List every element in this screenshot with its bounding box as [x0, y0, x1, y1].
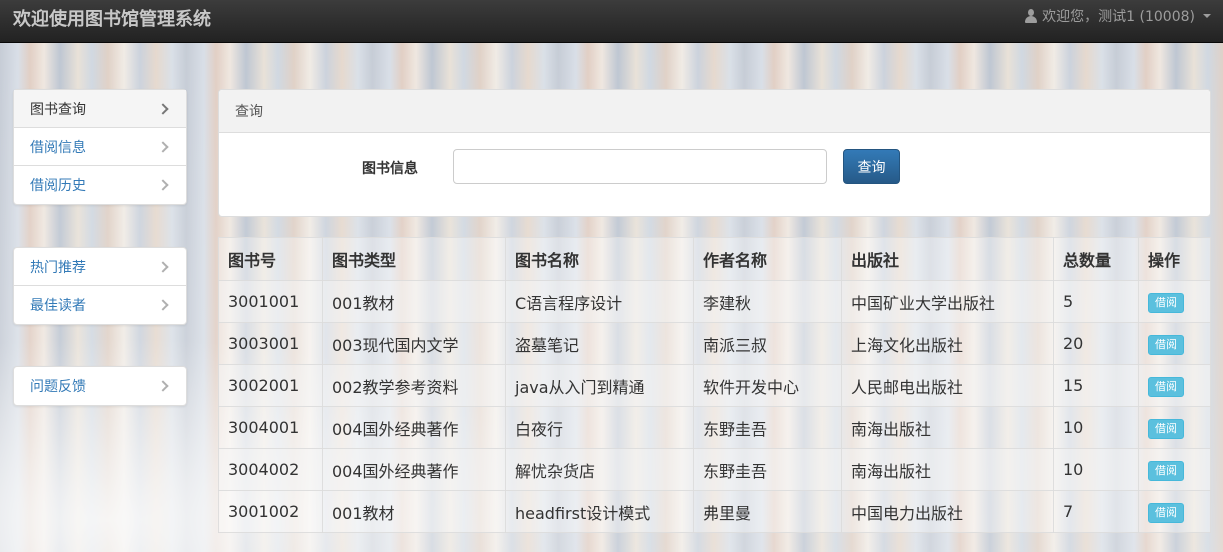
table-cell: 001教材	[322, 490, 506, 533]
borrow-button[interactable]: 借阅	[1148, 376, 1184, 397]
table-cell: 002教学参考资料	[322, 364, 506, 407]
table-cell: 15	[1053, 364, 1139, 407]
column-header: 出版社	[841, 237, 1054, 281]
sidebar-item-label: 问题反馈	[30, 379, 86, 395]
table-cell: 盗墓笔记	[505, 322, 694, 365]
table-cell: 东野圭吾	[693, 406, 842, 449]
table-cell: 南派三叔	[693, 322, 842, 365]
table-cell: 5	[1053, 280, 1139, 323]
table-header-row: 图书号 图书类型 图书名称 作者名称 出版社 总数量 操作	[218, 237, 1211, 281]
sidebar-item-label: 借阅历史	[30, 178, 86, 194]
table-cell: 3001001	[218, 280, 323, 323]
table-cell: headfirst设计模式	[505, 490, 694, 533]
table-cell: 南海出版社	[841, 448, 1054, 491]
borrow-button[interactable]: 借阅	[1148, 418, 1184, 439]
sidebar-menu-query: 图书查询 借阅信息 借阅历史	[13, 89, 187, 205]
sidebar-item-borrow-info[interactable]: 借阅信息	[14, 128, 186, 166]
app-title: 欢迎使用图书馆管理系统	[13, 9, 211, 30]
search-panel: 查询 图书信息 查询	[218, 89, 1211, 217]
user-icon	[1024, 9, 1038, 23]
table-cell: 001教材	[322, 280, 506, 323]
chevron-right-icon	[157, 260, 169, 273]
user-menu-toggle[interactable]: 欢迎您，测试1 (10008)	[1024, 6, 1211, 26]
table-row: 3004001 004国外经典著作 白夜行 东野圭吾 南海出版社 10 借阅	[218, 406, 1211, 449]
chevron-right-icon	[157, 380, 169, 392]
table-cell: 003现代国内文学	[322, 322, 506, 365]
column-header: 图书名称	[505, 237, 694, 281]
table-cell: 李建秋	[693, 280, 842, 323]
sidebar-item-hot-recommend[interactable]: 热门推荐	[14, 248, 186, 286]
books-table: 图书号 图书类型 图书名称 作者名称 出版社 总数量 操作 3001001 001…	[218, 237, 1211, 533]
table-row: 3001002 001教材 headfirst设计模式 弗里曼 中国电力出版社 7 借阅	[218, 490, 1211, 533]
table-cell: 7	[1053, 490, 1139, 533]
table-cell: 人民邮电出版社	[841, 364, 1054, 407]
table-body: 3001001 001教材 C语言程序设计 李建秋 中国矿业大学出版社 5 借阅 300300…	[218, 280, 1211, 533]
column-header: 图书号	[218, 237, 323, 281]
panel-heading: 查询	[219, 90, 1210, 133]
table-cell: 10	[1053, 448, 1139, 491]
table-cell: 10	[1053, 406, 1139, 449]
table-cell: C语言程序设计	[505, 280, 694, 323]
table-cell: 中国矿业大学出版社	[841, 280, 1054, 323]
table-cell: 借阅	[1138, 322, 1211, 365]
top-navbar: 欢迎使用图书馆管理系统 欢迎您，测试1 (10008)	[0, 0, 1223, 43]
table-cell: 3003001	[218, 322, 323, 365]
borrow-button[interactable]: 借阅	[1148, 460, 1184, 481]
caret-down-icon	[1203, 14, 1211, 18]
chevron-right-icon	[157, 102, 169, 115]
borrow-button[interactable]: 借阅	[1148, 334, 1184, 355]
table-cell: 借阅	[1138, 448, 1211, 491]
table-cell: 东野圭吾	[693, 448, 842, 491]
chevron-right-icon	[157, 299, 169, 311]
borrow-button[interactable]: 借阅	[1148, 292, 1184, 313]
table-cell: 弗里曼	[693, 490, 842, 533]
sidebar-item-best-reader[interactable]: 最佳读者	[14, 286, 186, 324]
table-cell: 借阅	[1138, 280, 1211, 323]
table-cell: 004国外经典著作	[322, 406, 506, 449]
sidebar-item-feedback[interactable]: 问题反馈	[14, 367, 186, 405]
column-header: 图书类型	[322, 237, 506, 281]
sidebar-item-book-search[interactable]: 图书查询	[14, 90, 186, 128]
table-cell: 3002001	[218, 364, 323, 407]
table-cell: 上海文化出版社	[841, 322, 1054, 365]
table-row: 3002001 002教学参考资料 java从入门到精通 软件开发中心 人民邮电出版社 1…	[218, 364, 1211, 407]
table-cell: 借阅	[1138, 406, 1211, 449]
table-cell: 借阅	[1138, 490, 1211, 533]
borrow-button[interactable]: 借阅	[1148, 502, 1184, 523]
table-row: 3003001 003现代国内文学 盗墓笔记 南派三叔 上海文化出版社 20 借阅	[218, 322, 1211, 365]
table-cell: 3004002	[218, 448, 323, 491]
book-info-label: 图书信息	[362, 161, 418, 177]
sidebar-item-label: 图书查询	[30, 101, 86, 118]
sidebar-item-borrow-history[interactable]: 借阅历史	[14, 166, 186, 204]
table-row: 3001001 001教材 C语言程序设计 李建秋 中国矿业大学出版社 5 借阅	[218, 280, 1211, 323]
table-cell: 软件开发中心	[693, 364, 842, 407]
table-cell: 南海出版社	[841, 406, 1054, 449]
sidebar-item-label: 借阅信息	[30, 139, 86, 156]
table-cell: java从入门到精通	[505, 364, 694, 407]
table-cell: 借阅	[1138, 364, 1211, 407]
sidebar-menu-feedback: 问题反馈	[13, 366, 187, 406]
user-greeting: 欢迎您，测试1 (10008)	[1042, 9, 1195, 25]
table-cell: 中国电力出版社	[841, 490, 1054, 533]
table-cell: 20	[1053, 322, 1139, 365]
column-header: 操作	[1138, 237, 1211, 281]
table-cell: 解忧杂货店	[505, 448, 694, 491]
book-info-input[interactable]	[453, 149, 827, 184]
chevron-right-icon	[157, 140, 169, 153]
sidebar-item-label: 热门推荐	[30, 259, 86, 276]
table-cell: 3001002	[218, 490, 323, 533]
table-cell: 3004001	[218, 406, 323, 449]
search-button[interactable]: 查询	[843, 149, 900, 184]
column-header: 总数量	[1053, 237, 1139, 281]
column-header: 作者名称	[693, 237, 842, 281]
chevron-right-icon	[157, 179, 169, 191]
sidebar-item-label: 最佳读者	[30, 298, 86, 314]
table-row: 3004002 004国外经典著作 解忧杂货店 东野圭吾 南海出版社 10 借阅	[218, 448, 1211, 491]
sidebar-menu-recommend: 热门推荐 最佳读者	[13, 247, 187, 325]
table-cell: 004国外经典著作	[322, 448, 506, 491]
table-cell: 白夜行	[505, 406, 694, 449]
